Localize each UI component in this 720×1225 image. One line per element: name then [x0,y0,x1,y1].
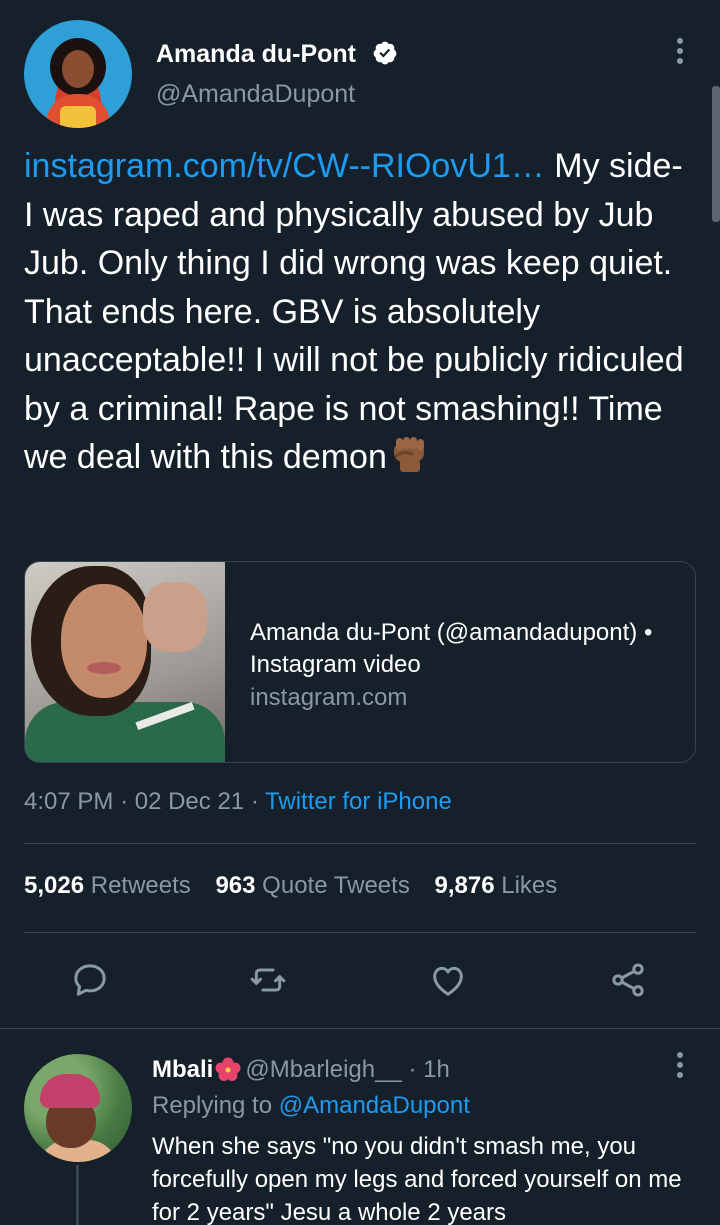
tweet-stats: 5,026 Retweets 963 Quote Tweets 9,876 Li… [24,872,575,900]
verified-badge-icon [373,41,397,65]
replying-to-mention[interactable]: @AmandaDupont [279,1092,470,1119]
reply-dot: · [408,1056,417,1083]
replying-to: Replying to @AmandaDupont [152,1092,470,1119]
reply-header: Mbali @Mbarleigh__ · 1h [152,1056,450,1084]
author-name[interactable]: Amanda du-Pont [156,40,356,69]
reply-avatar[interactable] [24,1054,132,1162]
reply-more-options-icon[interactable] [671,1052,689,1082]
tweet-link[interactable]: instagram.com/tv/CW--RIOovU1… [24,147,545,185]
quotes-stat[interactable]: 963 Quote Tweets [215,872,409,899]
reply-text: When she says "no you didn't smash me, y… [152,1133,682,1225]
likes-stat[interactable]: 9,876 Likes [435,872,558,899]
raised-fist-icon [387,434,431,472]
tweet-actions [0,960,720,1008]
hibiscus-icon [215,1057,241,1081]
card-thumbnail [25,562,225,762]
author-avatar[interactable] [24,20,132,128]
link-preview-card[interactable]: Amanda du-Pont (@amandadupont) • Instagr… [24,561,696,763]
share-icon[interactable] [608,960,656,1008]
reply-author-name[interactable]: Mbali [152,1056,213,1083]
tweet-body: My side- I was raped and physically abus… [24,147,684,476]
card-title: Amanda du-Pont (@amandadupont) • Instagr… [250,619,653,678]
meta-separator: · [120,788,129,815]
reply-time: 1h [423,1056,450,1083]
reply-icon[interactable] [70,960,118,1008]
retweets-stat[interactable]: 5,026 Retweets [24,872,191,899]
author-handle[interactable]: @AmandaDupont [156,80,355,109]
divider [0,1028,720,1029]
card-domain: instagram.com [250,684,408,711]
meta-separator: · [250,788,259,815]
divider [24,843,696,844]
retweet-icon[interactable] [248,960,296,1008]
more-options-icon[interactable] [671,38,689,68]
tweet-meta: 4:07 PM · 02 Dec 21 · Twitter for iPhone [24,788,452,816]
tweet-text: instagram.com/tv/CW--RIOovU1… My side- I… [24,142,692,482]
thread-line [76,1165,79,1225]
tweet-time: 4:07 PM [24,788,114,815]
tweet-date: 02 Dec 21 [134,788,245,815]
scrollbar[interactable] [712,86,720,222]
reply-author-handle[interactable]: @Mbarleigh__ [245,1056,401,1083]
like-icon[interactable] [428,960,476,1008]
divider [24,932,696,933]
tweet-source[interactable]: Twitter for iPhone [265,788,452,815]
